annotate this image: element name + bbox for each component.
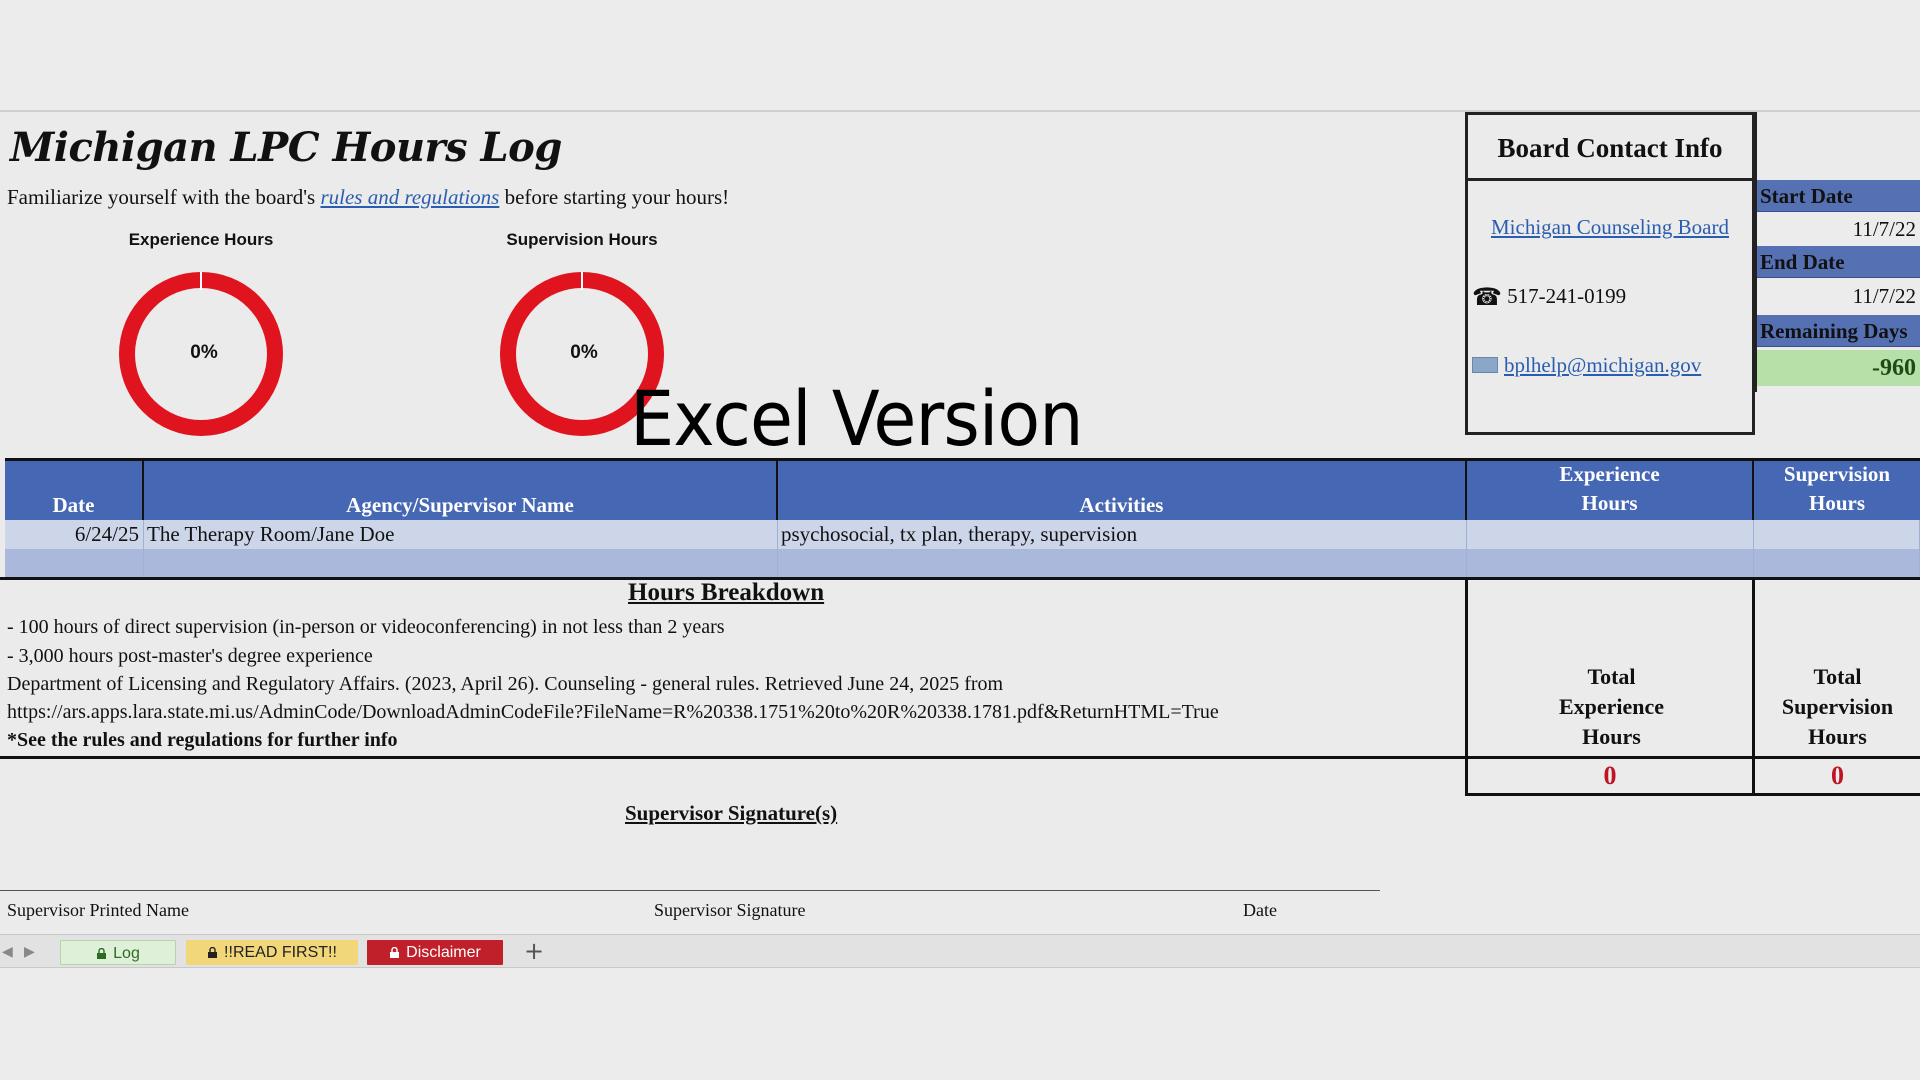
breakdown-line: Department of Licensing and Regulatory A…	[7, 673, 1004, 695]
table-empty-cell[interactable]	[778, 549, 1467, 577]
table-empty-cell[interactable]	[5, 549, 144, 577]
tab-read-first[interactable]: !!READ FIRST!!	[186, 940, 358, 965]
lock-icon	[97, 948, 107, 959]
board-contact-header: Board Contact Info	[1468, 115, 1752, 181]
experience-donut-title: Experience Hours	[128, 230, 274, 249]
scroll-right-icon[interactable]: ▶	[24, 944, 35, 960]
supervisor-signature-title: Supervisor Signature(s)	[625, 801, 838, 825]
add-sheet-icon[interactable]: +	[524, 937, 544, 965]
intro-after: before starting your hours!	[499, 185, 730, 209]
intro-before: Familiarize yourself with the board's	[7, 185, 321, 209]
start-date-value[interactable]: 11/7/22	[1757, 213, 1920, 245]
remaining-days-label: Remaining Days	[1757, 315, 1920, 347]
start-date-label: Start Date	[1757, 180, 1920, 212]
end-date-label: End Date	[1757, 246, 1920, 278]
remaining-days-value[interactable]: -960	[1757, 350, 1920, 386]
supervisor-printed-name-label: Supervisor Printed Name	[7, 900, 189, 920]
tab-log[interactable]: Log	[60, 940, 176, 965]
table-row-date[interactable]: 6/24/25	[5, 520, 144, 549]
total-experience-value[interactable]: 0	[1465, 758, 1755, 796]
supervision-donut-title: Supervision Hours	[506, 230, 658, 249]
breakdown-line: - 3,000 hours post-master's degree exper…	[7, 645, 373, 667]
email-row: bplhelp@michigan.gov	[1472, 353, 1756, 378]
tab-disclaimer[interactable]: Disclaimer	[367, 940, 503, 965]
lock-icon	[390, 947, 400, 958]
email-icon	[1472, 357, 1498, 373]
email-link[interactable]: bplhelp@michigan.gov	[1504, 353, 1701, 377]
total-experience-label: Total Experience Hours	[1465, 579, 1755, 756]
page-title: Michigan LPC Hours Log	[10, 124, 562, 171]
table-row-supervision[interactable]	[1754, 520, 1920, 549]
spreadsheet-sheet: Michigan LPC Hours Log Familiarize yours…	[0, 110, 1920, 968]
michigan-counseling-board-link[interactable]: Michigan Counseling Board	[1491, 215, 1729, 239]
intro-text: Familiarize yourself with the board's ru…	[7, 185, 729, 210]
phone-row: ☎ 517-241-0199	[1472, 283, 1756, 311]
dates-column: Start Date 11/7/22 End Date 11/7/22 Rema…	[1755, 112, 1920, 392]
end-date-value[interactable]: 11/7/22	[1757, 280, 1920, 312]
table-empty-cell[interactable]	[1754, 549, 1920, 577]
supervisor-signature-label: Supervisor Signature	[654, 900, 806, 920]
lock-icon	[208, 947, 218, 958]
header-experience-hours[interactable]: Experience Hours	[1467, 458, 1754, 520]
header-agency[interactable]: Agency/Supervisor Name	[144, 458, 778, 520]
supervision-donut-label: 0%	[570, 342, 598, 363]
breakdown-line: - 100 hours of direct supervision (in-pe…	[7, 616, 725, 638]
experience-donut-label: 0%	[190, 342, 218, 363]
breakdown-line: https://ars.apps.lara.state.mi.us/AdminC…	[7, 701, 1219, 723]
header-supervision-hours[interactable]: Supervision Hours	[1754, 458, 1920, 520]
table-row-experience[interactable]	[1467, 520, 1754, 549]
breakdown-note: *See the rules and regulations for furth…	[7, 729, 398, 751]
phone-icon: ☎	[1472, 283, 1502, 311]
board-contact-box: Board Contact Info Michigan Counseling B…	[1465, 112, 1755, 435]
board-link-row: Michigan Counseling Board	[1468, 215, 1752, 240]
signature-line	[0, 890, 1380, 891]
divider	[0, 756, 1465, 759]
table-empty-cell[interactable]	[144, 549, 778, 577]
table-row-agency[interactable]: The Therapy Room/Jane Doe	[144, 520, 778, 549]
sheet-tab-bar: ◀ ▶ Log !!READ FIRST!! Disclaimer +	[0, 934, 1920, 968]
rules-link[interactable]: rules and regulations	[320, 185, 499, 209]
signature-date-label: Date	[1243, 900, 1277, 920]
header-date[interactable]: Date	[5, 458, 144, 520]
scroll-left-icon[interactable]: ◀	[2, 944, 13, 960]
table-empty-cell[interactable]	[1467, 549, 1754, 577]
total-supervision-label: Total Supervision Hours	[1752, 579, 1920, 756]
table-row-activities[interactable]: psychosocial, tx plan, therapy, supervis…	[778, 520, 1467, 549]
header-activities[interactable]: Activities	[778, 458, 1467, 520]
excel-version-watermark: Excel Version	[630, 374, 1084, 463]
total-supervision-value[interactable]: 0	[1752, 758, 1920, 796]
phone-number: 517-241-0199	[1507, 284, 1627, 308]
hours-breakdown-title: Hours Breakdown	[628, 579, 825, 606]
